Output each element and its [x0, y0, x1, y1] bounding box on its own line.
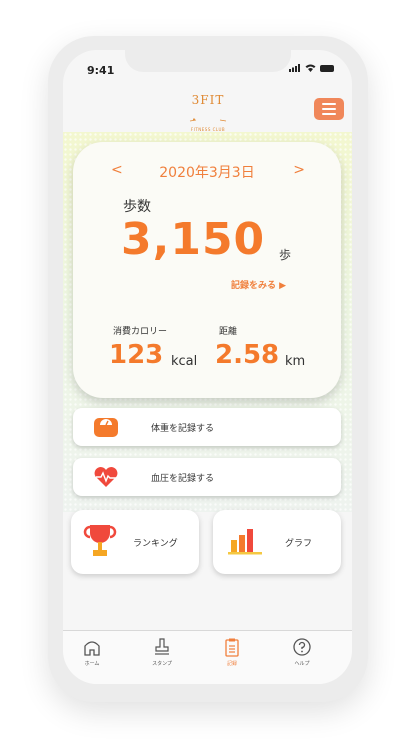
brand-logo-text: 3FIT	[191, 93, 225, 107]
runner-icon	[189, 118, 227, 122]
tab-home-label: ホーム	[84, 661, 100, 667]
ranking-button[interactable]: ランキング	[71, 510, 199, 574]
help-icon	[293, 638, 311, 656]
bottom-tab-bar: ホーム スタンプ 記録 ヘルプ	[63, 630, 352, 684]
steps-unit: 歩	[279, 248, 292, 262]
menu-line	[322, 113, 336, 115]
steps-value: 3,150	[121, 214, 266, 265]
status-time: 9:41	[87, 64, 115, 77]
menu-button[interactable]	[314, 98, 344, 120]
steps-label: 歩数	[123, 199, 151, 215]
calories-label: 消費カロリー	[113, 327, 168, 337]
calories-unit: kcal	[171, 354, 198, 369]
bar-chart-icon	[228, 529, 262, 555]
stamp-icon	[155, 638, 169, 655]
tab-record[interactable]: 記録	[207, 637, 257, 667]
app-header: 3FIT FITNESS CLUB	[63, 86, 352, 132]
step-summary-card: < 2020年3月3日 > 歩数 3,150 歩 記録をみる ▶ 消費カロリー …	[73, 142, 341, 398]
trophy-icon	[83, 525, 117, 556]
tab-home[interactable]: ホーム	[67, 637, 117, 667]
tab-help-label: ヘルプ	[294, 661, 310, 667]
graph-label: グラフ	[285, 539, 313, 549]
scale-icon	[94, 418, 118, 437]
menu-line	[322, 108, 336, 110]
logo[interactable]: 3FIT FITNESS CLUB	[181, 92, 235, 132]
battery-icon	[320, 64, 334, 72]
graph-button[interactable]: グラフ	[213, 510, 341, 574]
home-icon	[84, 641, 100, 656]
tab-record-label: 記録	[226, 661, 237, 667]
next-date-button[interactable]: >	[293, 162, 305, 178]
tab-stamp-label: スタンプ	[152, 661, 172, 667]
tab-stamp[interactable]: スタンプ	[137, 637, 187, 667]
tab-help[interactable]: ヘルプ	[277, 637, 327, 667]
distance-unit: km	[285, 354, 306, 369]
wifi-icon	[305, 64, 316, 72]
notch	[125, 50, 291, 72]
calories-value: 123	[109, 340, 164, 370]
record-weight-label: 体重を記録する	[151, 424, 215, 434]
clipboard-icon	[225, 638, 239, 657]
date-nav: < 2020年3月3日 >	[73, 162, 341, 182]
heart-pulse-icon	[94, 467, 118, 487]
status-icons	[289, 64, 334, 72]
distance-value: 2.58	[215, 340, 280, 370]
record-blood-pressure-label: 血圧を記録する	[151, 474, 215, 484]
app-screen: 9:41 3FIT FITNESS CLUB < 2020年3月3日 > 歩数 …	[63, 50, 352, 684]
record-weight-button[interactable]: 体重を記録する	[73, 408, 341, 446]
distance-label: 距離	[219, 327, 238, 337]
record-blood-pressure-button[interactable]: 血圧を記録する	[73, 458, 341, 496]
menu-line	[322, 103, 336, 105]
ranking-label: ランキング	[133, 539, 178, 549]
view-records-link[interactable]: 記録をみる ▶	[231, 278, 286, 291]
signal-icon	[289, 64, 300, 72]
